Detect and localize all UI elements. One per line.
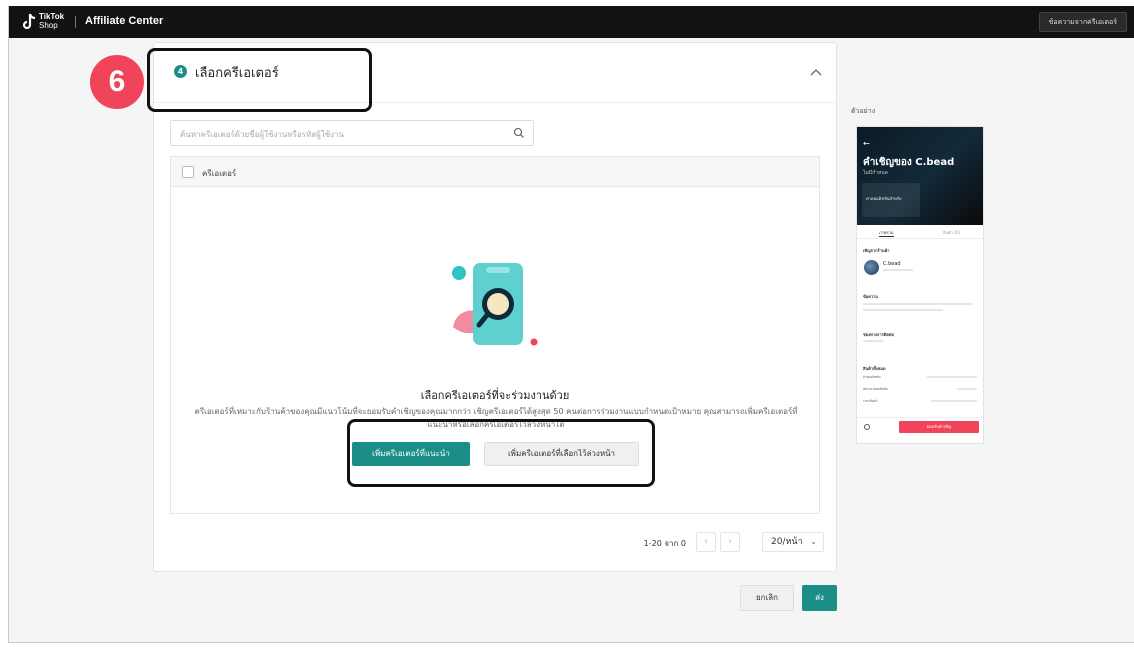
brand-line-2: Shop <box>39 21 58 30</box>
annotation-step-badge: 6 <box>90 55 144 109</box>
creator-search-input[interactable]: ค้นหาครีเอเตอร์ด้วยชื่อผู้ใช้งานหรือรหัส… <box>170 120 534 146</box>
preview-message-label: ข้อความ <box>863 294 878 299</box>
creator-column-header: ครีเอเตอร์ <box>202 169 237 178</box>
preview-sender-name: C.bead <box>883 261 901 267</box>
select-creators-card: 4 เลือกครีเอเตอร์ ค้นหาครีเอเตอร์ด้วยชื่… <box>153 42 837 572</box>
preview-placeholder-line <box>863 303 973 305</box>
preview-placeholder-line <box>931 400 977 402</box>
select-all-checkbox[interactable] <box>182 166 194 178</box>
previous-page-button[interactable]: ‹ <box>696 532 716 552</box>
chevron-down-icon: ⌄ <box>810 537 817 546</box>
header-divider <box>75 16 76 28</box>
preview-placeholder-line <box>863 340 883 342</box>
preview-footer: ยอมรับคำเชิญ <box>857 417 983 437</box>
empty-state-title: เลือกครีเอเตอร์ที่จะร่วมงานด้วย <box>420 389 570 402</box>
send-button[interactable]: ส่ง <box>802 585 837 611</box>
annotation-highlight-title <box>147 48 372 112</box>
cancel-button[interactable]: ยกเลิก <box>740 585 794 611</box>
page-size-select[interactable]: 20/หน้า ⌄ <box>762 532 824 552</box>
preview-row-rate: อัตราค่าคอมมิชชัน <box>863 387 888 391</box>
preview-product-label: สินค้าทั้งหมด <box>863 366 886 371</box>
page-size-value: 20/หน้า <box>771 537 803 547</box>
app-window: TikTok Shop Affiliate Center ข้อความจากค… <box>8 6 1134 643</box>
search-placeholder: ค้นหาครีเอเตอร์ด้วยชื่อผู้ใช้งานหรือรหัส… <box>180 130 345 139</box>
preview-contact-label: ช่องทางการติดต่อ <box>863 332 894 337</box>
brand-line-1: TikTok <box>39 12 65 21</box>
preview-placeholder-line <box>957 388 977 390</box>
preview-row-price: ราคาสินค้า <box>863 399 878 403</box>
preview-placeholder-line <box>883 269 913 271</box>
app-name: Affiliate Center <box>85 15 164 27</box>
search-icon[interactable] <box>513 127 525 139</box>
preview-tab-overview: ภาพรวม <box>879 230 894 237</box>
message-icon <box>864 424 870 430</box>
tiktok-logo-icon <box>22 13 36 30</box>
table-header: ครีเอเตอร์ <box>171 157 819 187</box>
preview-hero: ← คำเชิญของ C.bead ไม่มีกำหนด ค่าคอมมิชช… <box>857 127 983 225</box>
preview-title: คำเชิญของ C.bead <box>863 157 955 168</box>
back-arrow-icon: ← <box>863 139 870 148</box>
avatar <box>864 260 879 275</box>
tiktok-shop-brand: TikTok Shop <box>39 12 64 30</box>
preview-sender-label: เชิญจากร้านค้า <box>863 248 890 253</box>
preview-placeholder-line <box>863 309 943 311</box>
creator-messages-button[interactable]: ข้อความจากครีเอเตอร์ <box>1038 12 1127 32</box>
empty-state-illustration <box>452 263 538 346</box>
preview-row-commission: ค่าคอมมิชชัน <box>863 375 881 379</box>
invitation-preview: ← คำเชิญของ C.bead ไม่มีกำหนด ค่าคอมมิชช… <box>856 126 984 444</box>
annotation-highlight-buttons <box>347 419 655 487</box>
top-navigation-bar: TikTok Shop Affiliate Center ข้อความจากค… <box>9 6 1134 38</box>
preview-subtitle: ไม่มีกำหนด <box>863 170 888 176</box>
next-page-button[interactable]: › <box>720 532 740 552</box>
chevron-up-icon[interactable] <box>810 67 822 77</box>
preview-accept-button: ยอมรับคำเชิญ <box>899 421 979 433</box>
preview-placeholder-line <box>927 376 977 378</box>
preview-hero-text: ค่าคอมมิชชันสำหรับ <box>866 196 902 201</box>
preview-label: ตัวอย่าง <box>851 107 876 115</box>
preview-commission-box: ค่าคอมมิชชันสำหรับ <box>862 183 920 217</box>
preview-tabs: ภาพรวม สินค้า (0) <box>857 227 983 239</box>
page-range-text: 1-20 จาก 0 <box>643 539 686 548</box>
preview-tab-products: สินค้า (0) <box>943 230 961 235</box>
